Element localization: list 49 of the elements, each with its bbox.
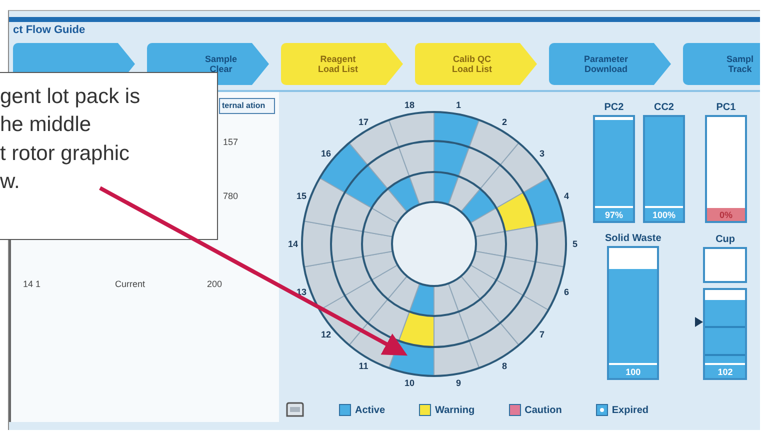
rotor-cell[interactable] — [398, 140, 434, 177]
column-header: ternal ation — [219, 98, 275, 114]
level-reading: 102 — [705, 362, 746, 378]
container-label: PC1 — [716, 101, 736, 115]
level-reading: 100% — [645, 206, 683, 221]
flow-step[interactable]: Parameter Download — [549, 43, 671, 85]
cup-holder — [703, 246, 748, 282]
pointer-icon — [695, 317, 704, 328]
position-number: 7 — [540, 330, 545, 340]
legend-label: Caution — [524, 404, 562, 418]
position-number: 3 — [540, 148, 545, 158]
container-label: PC2 — [604, 101, 624, 115]
flow-step[interactable]: Reagent Load List — [281, 43, 403, 85]
position-number: 10 — [404, 378, 415, 388]
rotor-cell[interactable] — [388, 112, 434, 148]
position-number: 11 — [358, 361, 368, 372]
flow-step[interactable]: Calib QC Load List — [415, 43, 537, 85]
position-number: 15 — [296, 190, 306, 201]
table-cell-text: 780 — [223, 190, 238, 203]
table-cell-text: 157 — [223, 136, 238, 149]
level-reading: 97% — [595, 206, 633, 221]
guide-title: ct Flow Guide — [12, 23, 86, 38]
table-cell-text: Current — [115, 278, 146, 291]
legend-label: Active — [355, 404, 386, 418]
legend-label: Warning — [435, 404, 475, 418]
position-number: 4 — [564, 190, 569, 201]
position-number: 1 — [456, 100, 461, 110]
position-number: 17 — [358, 116, 368, 127]
position-number: 2 — [502, 116, 507, 127]
position-number: 9 — [456, 378, 461, 388]
position-number: 6 — [564, 287, 569, 298]
position-number: 16 — [320, 148, 331, 158]
container-label: Solid Waste — [605, 232, 662, 246]
level-reading: 100 — [609, 363, 658, 378]
table-cell-text: 14 1 — [23, 278, 41, 291]
position-number: 14 — [288, 239, 298, 249]
tray-icon — [285, 402, 305, 418]
container-label: Cup — [716, 232, 736, 246]
position-number: 8 — [502, 361, 507, 372]
rotor-cell[interactable] — [408, 172, 434, 206]
position-number: 12 — [320, 330, 331, 340]
level-reading: 0% — [707, 206, 745, 221]
container-label: CC2 — [654, 101, 674, 115]
position-number: 5 — [572, 239, 578, 249]
legend-label: Expired — [612, 404, 649, 418]
flow-step[interactable]: Sampl Track — [683, 43, 760, 85]
callout-tooltip: gent lot pack is he middle t rotor graphic w. — [0, 72, 218, 240]
position-number: 18 — [404, 100, 415, 110]
table-cell-text: 200 — [207, 278, 222, 291]
